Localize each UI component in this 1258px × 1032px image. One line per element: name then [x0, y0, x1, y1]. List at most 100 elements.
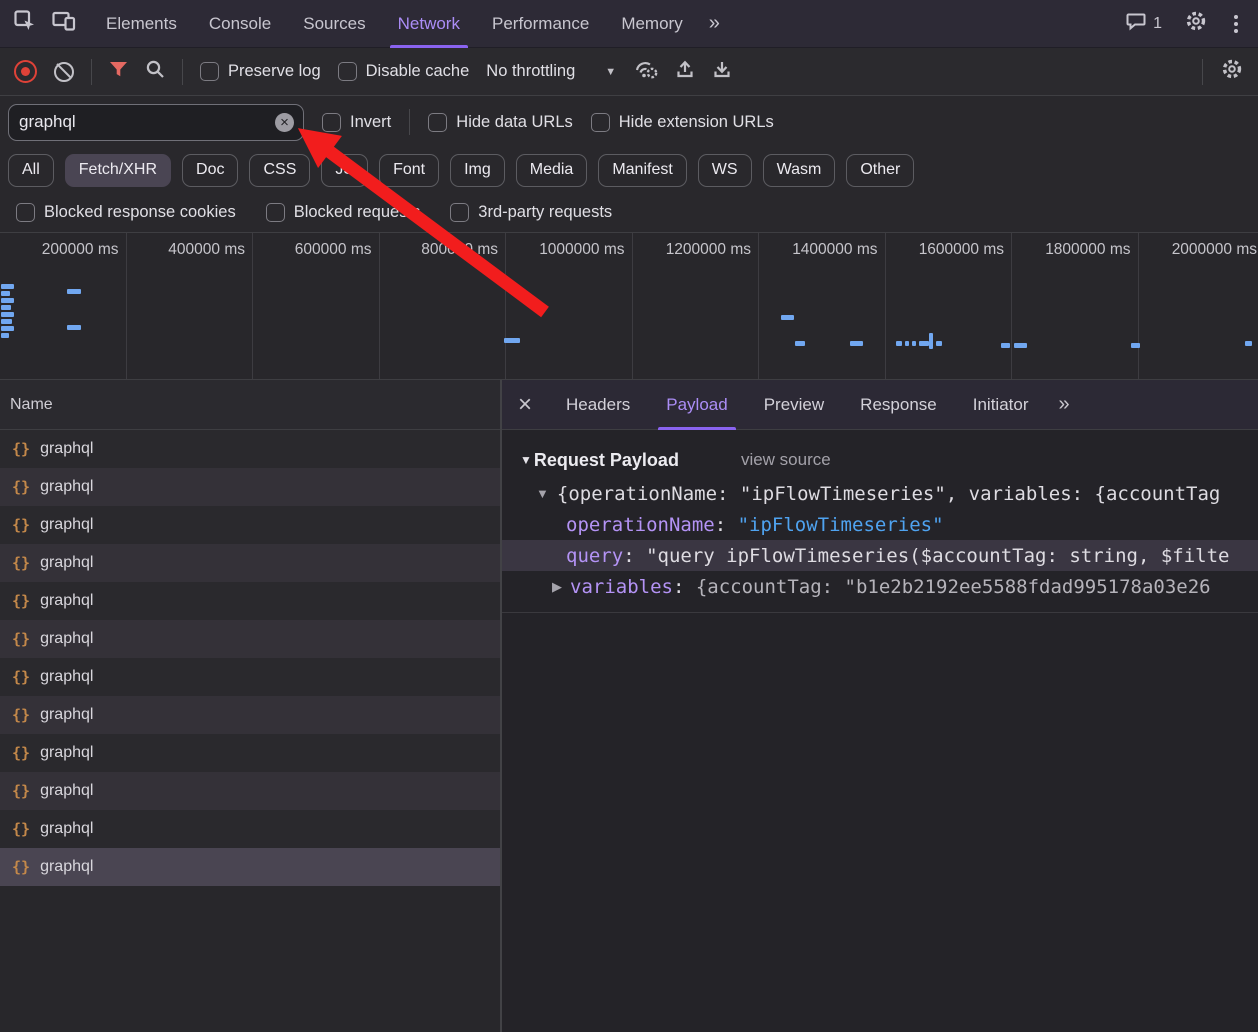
- search-icon[interactable]: [145, 59, 165, 84]
- name-column-header[interactable]: Name: [0, 380, 500, 430]
- request-row[interactable]: {}graphql: [0, 468, 500, 506]
- waterfall-bar: [1, 319, 12, 324]
- tab-response[interactable]: Response: [842, 380, 955, 430]
- blocked-response-cookies-checkbox[interactable]: Blocked response cookies: [16, 203, 236, 222]
- export-har-icon[interactable]: [675, 59, 695, 84]
- waterfall-bar: [936, 341, 942, 346]
- clear-filter-icon[interactable]: ×: [275, 113, 294, 132]
- request-row[interactable]: {}graphql: [0, 544, 500, 582]
- filter-chip-fetch-xhr[interactable]: Fetch/XHR: [65, 154, 171, 187]
- filter-chip-all[interactable]: All: [8, 154, 54, 187]
- payload-root-row[interactable]: ▼{operationName: "ipFlowTimeseries", var…: [502, 478, 1258, 509]
- tab-memory[interactable]: Memory: [605, 0, 698, 48]
- request-details-pane: × Headers Payload Preview Response Initi…: [502, 380, 1258, 1032]
- tab-elements[interactable]: Elements: [90, 0, 193, 48]
- request-row[interactable]: {}graphql: [0, 658, 500, 696]
- request-name: graphql: [40, 668, 93, 686]
- fetch-braces-icon: {}: [12, 592, 30, 610]
- timeline-label: 1200000 ms: [633, 233, 760, 379]
- request-row[interactable]: {}graphql: [0, 430, 500, 468]
- request-row[interactable]: {}graphql: [0, 734, 500, 772]
- tab-preview[interactable]: Preview: [746, 380, 842, 430]
- advanced-filters-row: Blocked response cookies Blocked request…: [0, 192, 1258, 232]
- preserve-log-checkbox[interactable]: Preserve log: [200, 62, 321, 81]
- network-filter-input[interactable]: graphql ×: [8, 104, 304, 141]
- invert-label: Invert: [350, 113, 391, 132]
- kebab-menu-icon[interactable]: [1230, 15, 1242, 33]
- filter-funnel-icon[interactable]: [109, 61, 128, 83]
- tab-headers[interactable]: Headers: [548, 380, 648, 430]
- import-har-icon[interactable]: [712, 59, 732, 84]
- payload-variables-row[interactable]: ▶variables: {accountTag: "b1e2b2192ee558…: [502, 571, 1258, 602]
- request-row[interactable]: {}graphql: [0, 506, 500, 544]
- hide-extension-urls-label: Hide extension URLs: [619, 113, 774, 132]
- record-button[interactable]: [14, 60, 37, 83]
- tab-initiator[interactable]: Initiator: [955, 380, 1047, 430]
- filter-chip-css[interactable]: CSS: [249, 154, 310, 187]
- request-row[interactable]: {}graphql: [0, 772, 500, 810]
- fetch-braces-icon: {}: [12, 858, 30, 876]
- timeline-label: 2000000 ms: [1139, 233, 1258, 379]
- json-key: query: [566, 545, 623, 567]
- filter-chip-wasm[interactable]: Wasm: [763, 154, 836, 187]
- request-name: graphql: [40, 440, 93, 458]
- filter-chip-other[interactable]: Other: [846, 154, 914, 187]
- payload-panel: ▼ Request Payload view source ▼{operatio…: [502, 430, 1258, 613]
- network-settings-gear-icon[interactable]: [1220, 57, 1244, 86]
- more-tabs-icon[interactable]: »: [699, 12, 730, 35]
- fetch-braces-icon: {}: [12, 782, 30, 800]
- blocked-requests-checkbox[interactable]: Blocked requests: [266, 203, 421, 222]
- third-party-requests-checkbox[interactable]: 3rd-party requests: [450, 203, 612, 222]
- hide-extension-urls-checkbox[interactable]: Hide extension URLs: [591, 113, 774, 132]
- filter-chip-font[interactable]: Font: [379, 154, 439, 187]
- request-row[interactable]: {}graphql: [0, 696, 500, 734]
- waterfall-bar: [1, 305, 11, 310]
- tab-console[interactable]: Console: [193, 0, 287, 48]
- settings-gear-icon[interactable]: [1184, 9, 1208, 38]
- filter-chip-img[interactable]: Img: [450, 154, 505, 187]
- hide-data-urls-label: Hide data URLs: [456, 113, 572, 132]
- device-toolbar-icon[interactable]: [52, 11, 76, 36]
- waterfall-bar: [1, 333, 9, 338]
- disable-cache-checkbox[interactable]: Disable cache: [338, 62, 470, 81]
- tab-network[interactable]: Network: [382, 0, 476, 48]
- filter-chip-js[interactable]: JS: [321, 154, 368, 187]
- collapse-triangle-icon[interactable]: ▼: [520, 453, 532, 467]
- tab-payload[interactable]: Payload: [648, 380, 745, 430]
- filter-chip-ws[interactable]: WS: [698, 154, 752, 187]
- request-row[interactable]: {}graphql: [0, 810, 500, 848]
- clear-log-icon[interactable]: [54, 62, 74, 82]
- request-row-selected[interactable]: {}graphql: [0, 848, 500, 886]
- payload-query-row[interactable]: query: "query ipFlowTimeseries($accountT…: [502, 540, 1258, 571]
- filter-chip-manifest[interactable]: Manifest: [598, 154, 686, 187]
- request-row[interactable]: {}graphql: [0, 582, 500, 620]
- issues-icon: [1126, 12, 1146, 36]
- tab-performance[interactable]: Performance: [476, 0, 605, 48]
- timeline-label: 800000 ms: [380, 233, 507, 379]
- inspect-element-icon[interactable]: [14, 10, 36, 37]
- payload-operation-row: operationName: "ipFlowTimeseries": [502, 509, 1258, 540]
- blocked-requests-label: Blocked requests: [294, 203, 421, 222]
- fetch-braces-icon: {}: [12, 516, 30, 534]
- request-row[interactable]: {}graphql: [0, 620, 500, 658]
- fetch-braces-icon: {}: [12, 554, 30, 572]
- filter-chip-media[interactable]: Media: [516, 154, 588, 187]
- tab-sources[interactable]: Sources: [287, 0, 381, 48]
- view-source-link[interactable]: view source: [741, 450, 831, 470]
- close-details-icon[interactable]: ×: [502, 391, 548, 419]
- chevron-down-icon: ▼: [605, 66, 616, 78]
- filter-value: graphql: [19, 112, 76, 132]
- filter-chip-doc[interactable]: Doc: [182, 154, 238, 187]
- payload-section-title: Request Payload: [534, 450, 679, 471]
- throttling-select[interactable]: No throttling ▼: [486, 62, 616, 81]
- issues-counter[interactable]: 1: [1126, 12, 1162, 36]
- more-details-tabs-icon[interactable]: »: [1046, 393, 1081, 416]
- waterfall-bar: [1001, 343, 1010, 348]
- json-key: operationName: [566, 514, 715, 536]
- network-overview-timeline[interactable]: 200000 ms400000 ms600000 ms800000 ms1000…: [0, 232, 1258, 380]
- invert-checkbox[interactable]: Invert: [322, 113, 391, 132]
- hide-data-urls-checkbox[interactable]: Hide data URLs: [428, 113, 572, 132]
- request-list-pane: Name {}graphql {}graphql {}graphql {}gra…: [0, 380, 502, 1032]
- preserve-log-label: Preserve log: [228, 62, 321, 81]
- network-conditions-icon[interactable]: [633, 59, 658, 85]
